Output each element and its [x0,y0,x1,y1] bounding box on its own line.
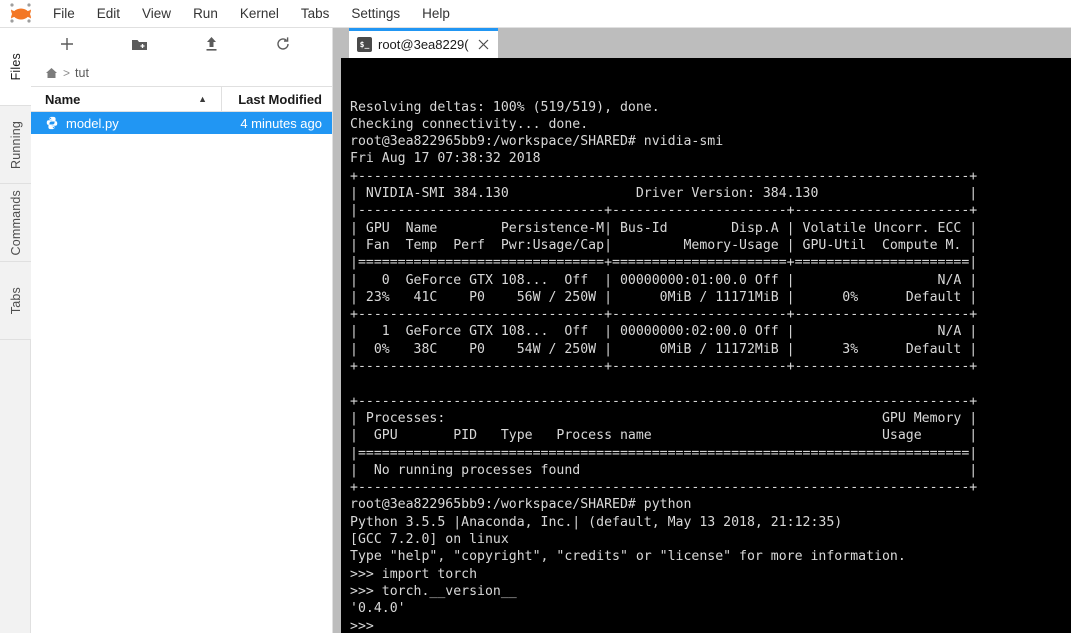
terminal-line: | 0% 38C P0 54W / 250W | 0MiB / 11172MiB… [350,341,978,357]
breadcrumb-path-tut[interactable]: tut [75,66,89,80]
terminal-line: Checking connectivity... done. [350,116,589,132]
terminal-line: Resolving deltas: 100% (519/519), done. [350,99,660,115]
terminal-line: |===============================+=======… [350,255,978,271]
terminal-line: +-------------------------------+-------… [350,359,978,375]
column-header-name-label: Name [45,91,81,107]
sidebar-item-commands[interactable]: Commands [0,184,31,262]
menu-item-run[interactable]: Run [182,2,229,26]
tab-terminal-label: root@3ea8229( [378,37,469,52]
column-header-last-modified-label: Last Modified [238,91,322,107]
jupyterlab-window: File Edit View Run Kernel Tabs Settings … [0,0,1071,633]
menu-item-edit[interactable]: Edit [86,2,131,26]
terminal-line: |=======================================… [350,445,978,461]
refresh-button[interactable] [247,28,319,60]
breadcrumb-home-icon[interactable] [45,67,58,79]
menu-item-kernel[interactable]: Kernel [229,2,290,26]
terminal-line: | Processes: GPU Memory | [350,410,978,426]
terminal-line: root@3ea822965bb9:/workspace/SHARED# nvi… [350,134,724,150]
column-header-last-modified[interactable]: Last Modified [222,87,332,111]
terminal-line: | NVIDIA-SMI 384.130 Driver Version: 384… [350,186,978,202]
terminal-line: | 0 GeForce GTX 108... Off | 00000000:01… [350,272,978,288]
terminal-line: +---------------------------------------… [350,393,978,409]
terminal-line: | 1 GeForce GTX 108... Off | 00000000:02… [350,324,978,340]
file-browser-toolbar [31,28,332,60]
terminal-icon-glyph: $_ [359,39,370,49]
sidebar-item-commands-label: Commands [8,189,23,256]
terminal-line: Type "help", "copyright", "credits" or "… [350,549,906,565]
tab-terminal[interactable]: $_ root@3ea8229( [349,28,498,58]
sidebar-item-tabs[interactable]: Tabs [0,262,31,340]
new-folder-button[interactable] [103,28,175,60]
file-list: model.py 4 minutes ago [31,112,332,633]
terminal-line: |-------------------------------+-------… [350,203,978,219]
list-item[interactable]: model.py 4 minutes ago [31,112,332,134]
terminal-line: | GPU Name Persistence-M| Bus-Id Disp.A … [350,220,978,236]
file-name-label: model.py [66,115,119,131]
terminal-line: +---------------------------------------… [350,480,978,496]
terminal-line: >>> torch.__version__ [350,583,517,599]
terminal-icon: $_ [357,37,372,52]
menu-item-file[interactable]: File [42,2,86,26]
sort-ascending-icon: ▲ [198,93,207,104]
dock-tab-bar: $_ root@3ea8229( [341,28,1071,58]
terminal-line: +---------------------------------------… [350,168,978,184]
terminal-output[interactable]: Resolving deltas: 100% (519/519), done. C… [341,58,1071,633]
terminal-line: root@3ea822965bb9:/workspace/SHARED# pyt… [350,497,692,513]
menu-item-view[interactable]: View [131,2,182,26]
menu-bar: File Edit View Run Kernel Tabs Settings … [0,0,1071,28]
panel-splitter[interactable] [333,28,341,633]
new-launcher-button[interactable] [31,28,103,60]
sidebar-filler [0,340,30,633]
sidebar-item-files[interactable]: Files [0,28,31,106]
main-body: Files Running Commands Tabs > tut Name ▲… [0,28,1071,633]
column-header-name[interactable]: Name ▲ [31,87,222,111]
terminal-line: | Fan Temp Perf Pwr:Usage/Cap| Memory-Us… [350,237,978,253]
file-modified-cell: 4 minutes ago [240,115,322,131]
main-dock-area: $_ root@3ea8229( Resolving deltas: 100% … [341,28,1071,633]
terminal-line: Fri Aug 17 07:38:32 2018 [350,151,541,167]
close-icon[interactable] [475,36,492,53]
menu-item-tabs[interactable]: Tabs [290,2,341,26]
python-file-icon [46,116,58,130]
sidebar-item-files-label: Files [8,52,23,81]
menu-item-help[interactable]: Help [411,2,461,26]
upload-button[interactable] [175,28,247,60]
menu-item-settings[interactable]: Settings [340,2,411,26]
terminal-line: +-------------------------------+-------… [350,307,978,323]
left-sidebar-strip: Files Running Commands Tabs [0,28,31,633]
file-browser-panel: > tut Name ▲ Last Modified model.py 4 mi… [31,28,333,633]
sidebar-item-running-label: Running [8,120,23,169]
terminal-line: Python 3.5.5 |Anaconda, Inc.| (default, … [350,514,843,530]
jupyter-logo [4,1,38,27]
breadcrumb-separator: > [63,65,71,80]
file-list-header: Name ▲ Last Modified [31,86,332,112]
terminal-line: | GPU PID Type Process name Usage | [350,428,978,444]
breadcrumb: > tut [31,60,332,86]
terminal-scrollback: Resolving deltas: 100% (519/519), done. C… [350,99,1071,633]
terminal-line: '0.4.0' [350,601,406,617]
terminal-line: | 23% 41C P0 56W / 250W | 0MiB / 11171Mi… [350,289,978,305]
terminal-line: >>> [350,618,374,633]
sidebar-item-running[interactable]: Running [0,106,31,184]
terminal-line: [GCC 7.2.0] on linux [350,532,509,548]
terminal-line: >>> import torch [350,566,478,582]
terminal-line: | No running processes found | [350,462,978,478]
sidebar-item-tabs-label: Tabs [8,286,23,315]
file-name-cell: model.py [31,116,222,131]
